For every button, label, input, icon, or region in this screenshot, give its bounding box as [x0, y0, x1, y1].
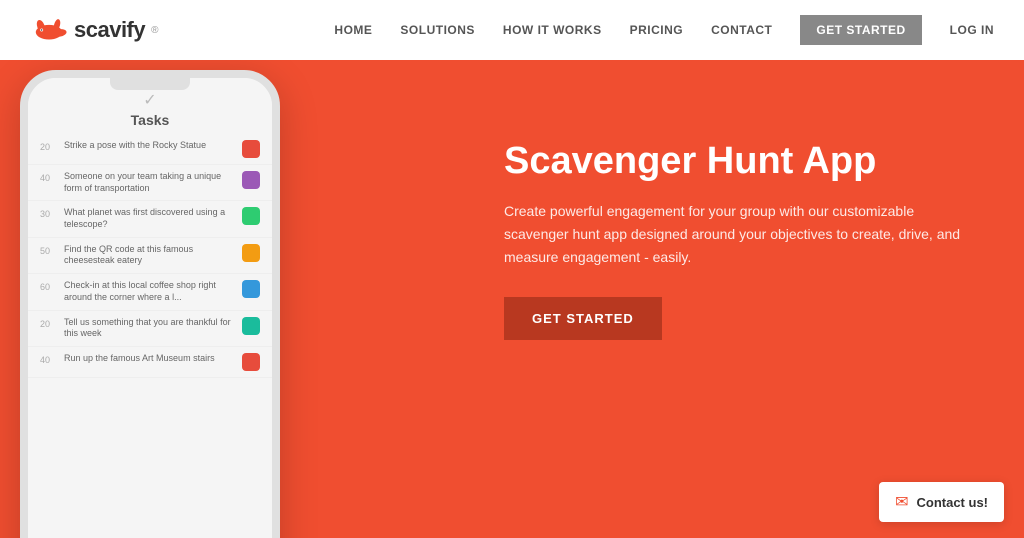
hero-section: ✓ Tasks 20 Strike a pose with the Rocky …: [0, 60, 1024, 538]
hero-description: Create powerful engagement for your grou…: [504, 200, 964, 269]
task-item: 50 Find the QR code at this famous chees…: [28, 238, 272, 274]
task-num: 40: [40, 171, 58, 183]
task-text: Someone on your team taking a unique for…: [64, 171, 236, 194]
task-badge-green: [242, 207, 260, 225]
nav-solutions[interactable]: SOLUTIONS: [400, 23, 475, 37]
header: scavify ® HOME SOLUTIONS HOW IT WORKS PRI…: [0, 0, 1024, 60]
phone-device: ✓ Tasks 20 Strike a pose with the Rocky …: [20, 70, 280, 538]
task-badge-purple: [242, 171, 260, 189]
main-nav: HOME SOLUTIONS HOW IT WORKS PRICING CONT…: [334, 15, 994, 45]
task-num: 20: [40, 317, 58, 329]
task-item: 30 What planet was first discovered usin…: [28, 201, 272, 237]
nav-get-started-button[interactable]: GET STARTED: [800, 15, 921, 45]
task-text: Tell us something that you are thankful …: [64, 317, 236, 340]
nav-contact[interactable]: CONTACT: [711, 23, 772, 37]
task-badge-red-2: [242, 353, 260, 371]
task-badge-blue: [242, 280, 260, 298]
task-item: 40 Someone on your team taking a unique …: [28, 165, 272, 201]
task-text: Run up the famous Art Museum stairs: [64, 353, 236, 365]
task-num: 60: [40, 280, 58, 292]
task-text: What planet was first discovered using a…: [64, 207, 236, 230]
logo-icon: [30, 19, 68, 41]
task-item: 20 Tell us something that you are thankf…: [28, 311, 272, 347]
task-badge-red: [242, 140, 260, 158]
contact-widget[interactable]: ✉ Contact us!: [879, 482, 1004, 522]
task-item: 40 Run up the famous Art Museum stairs: [28, 347, 272, 378]
task-num: 40: [40, 353, 58, 365]
phone-tasks-title: Tasks: [28, 112, 272, 128]
logo[interactable]: scavify ®: [30, 17, 159, 43]
hero-title: Scavenger Hunt App: [504, 140, 964, 184]
task-item: 60 Check-in at this local coffee shop ri…: [28, 274, 272, 310]
task-badge-yellow: [242, 244, 260, 262]
nav-how-it-works[interactable]: HOW IT WORKS: [503, 23, 602, 37]
task-text: Strike a pose with the Rocky Statue: [64, 140, 236, 152]
hero-get-started-button[interactable]: GET STARTED: [504, 297, 662, 340]
email-icon: ✉: [895, 492, 908, 512]
logo-reg: ®: [151, 25, 158, 36]
phone-mockup: ✓ Tasks 20 Strike a pose with the Rocky …: [0, 60, 310, 538]
task-text: Find the QR code at this famous cheesest…: [64, 244, 236, 267]
phone-check-icon: ✓: [28, 90, 272, 110]
task-num: 50: [40, 244, 58, 256]
task-text: Check-in at this local coffee shop right…: [64, 280, 236, 303]
task-num: 30: [40, 207, 58, 219]
phone-notch: [110, 78, 190, 90]
logo-text: scavify: [74, 17, 145, 43]
phone-screen: ✓ Tasks 20 Strike a pose with the Rocky …: [28, 78, 272, 538]
nav-pricing[interactable]: PRICING: [630, 23, 684, 37]
task-item: 20 Strike a pose with the Rocky Statue: [28, 134, 272, 165]
contact-label: Contact us!: [917, 495, 989, 510]
hero-content: Scavenger Hunt App Create powerful engag…: [504, 140, 964, 340]
nav-home[interactable]: HOME: [334, 23, 372, 37]
task-num: 20: [40, 140, 58, 152]
nav-login-button[interactable]: LOG IN: [950, 23, 994, 37]
task-badge-teal: [242, 317, 260, 335]
